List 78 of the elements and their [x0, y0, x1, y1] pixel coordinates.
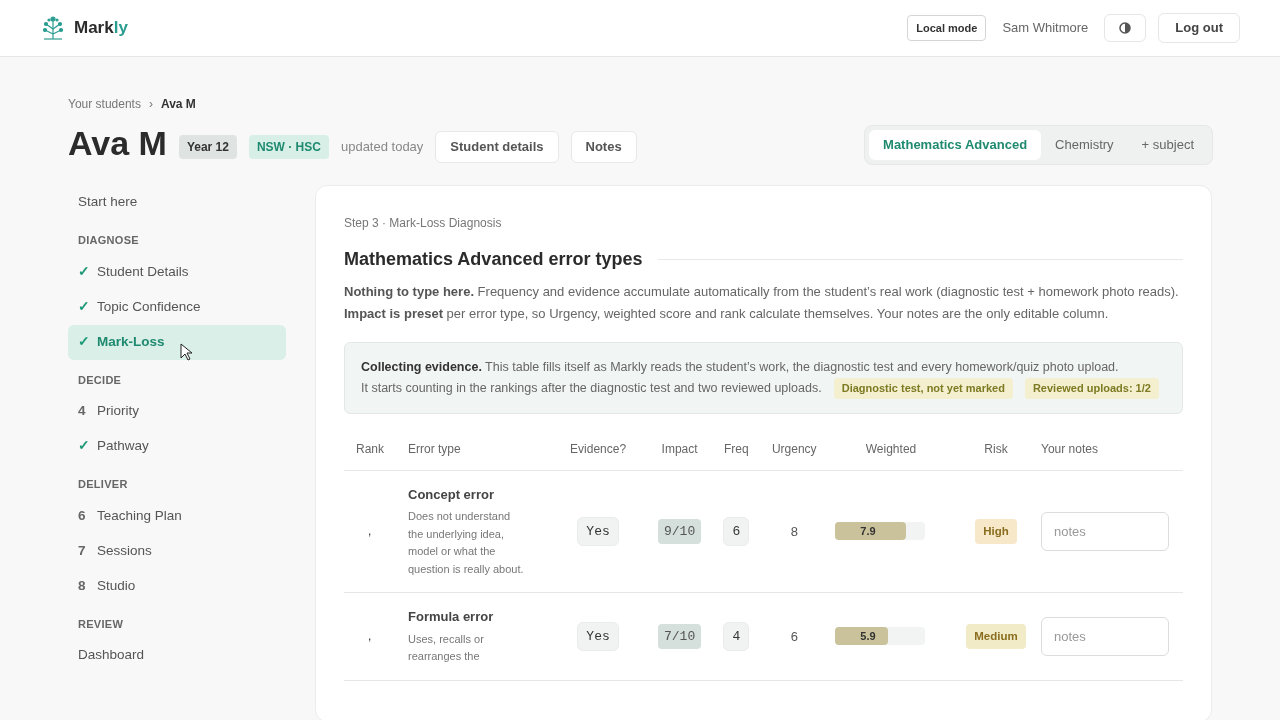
step-label: Step 3 · Mark-Loss Diagnosis [344, 215, 503, 232]
subject-tab[interactable]: Chemistry [1041, 130, 1128, 160]
notes-field[interactable]: notes [1041, 511, 1169, 551]
theme-toggle-button[interactable] [1104, 14, 1147, 42]
column-header: Your notes [1041, 441, 1098, 456]
contrast-icon [1119, 22, 1132, 34]
tree-logo-icon [40, 15, 66, 41]
frequency-pill: 6 [723, 516, 750, 546]
risk-badge: High [975, 518, 1017, 544]
notes-field[interactable]: notes [1041, 616, 1169, 656]
weighted-score: 7.9 [859, 524, 877, 539]
sidebar-item[interactable]: 6 Teaching Plan [68, 498, 286, 534]
sidebar-item[interactable]: ✓ Topic Confidence [68, 289, 286, 325]
error-description: Does not understand the underlying idea, model or what the question is really about. [408, 509, 525, 577]
risk-badge: Medium [966, 623, 1026, 649]
notice-text: It starts counting in the rankings after the diagnostic test and two reviewed uploads. [361, 380, 822, 397]
step-marker: ✓ [78, 297, 91, 316]
intro-text: Nothing to type here. Frequency and evidence accumulate automatically from the student’s real work (diagnostic test + homework photo reads). Impact is preset per error type, so Urgency, weighted score and rank calculate themselves. Your notes are the only editable column. [344, 283, 1180, 323]
column-header: Urgency [771, 441, 817, 456]
impact-pill: 9/10 [658, 518, 702, 544]
sidebar-heading: REVIEW [77, 616, 125, 632]
status-chip: Diagnostic test, not yet marked [833, 378, 1013, 399]
sidebar-heading: DELIVER [77, 477, 129, 492]
sidebar-item[interactable]: 4 Priority [68, 394, 286, 429]
mode-badge: Local mode [907, 14, 987, 42]
subject-tab[interactable]: Mathematics Advanced [869, 130, 1042, 160]
student-tag: Year 12 [178, 135, 237, 159]
column-header: Impact [661, 441, 698, 456]
column-header: Risk [984, 441, 1008, 456]
evidence-pill: Yes [577, 516, 619, 546]
column-header: Weighted [865, 441, 917, 456]
breadcrumb-separator: › [148, 96, 153, 113]
sidebar-item[interactable]: 7 Sessions [68, 533, 286, 569]
error-name: Formula error [408, 608, 495, 626]
weighted-score: 5.9 [859, 629, 877, 644]
step-marker: 7 [78, 541, 87, 560]
urgency-value: 8 [790, 523, 798, 539]
sidebar-item[interactable]: Dashboard [68, 638, 286, 673]
step-marker: ✓ [78, 332, 91, 351]
sidebar-item[interactable]: 8 Studio [68, 568, 286, 604]
error-description: Uses, recalls or rearranges the [408, 631, 485, 664]
rank-cell: , [368, 629, 372, 644]
evidence-pill: Yes [577, 621, 619, 651]
brand-name[interactable]: Markly [74, 15, 128, 41]
error-name: Concept error [408, 485, 495, 504]
notice-text: Collecting evidence. This table fills itself as Markly reads the student’s work, the diagnostic test and every homework/quiz photo upload. [361, 359, 1120, 376]
user-name: Sam Whitmore [1002, 19, 1089, 38]
status-chip: Reviewed uploads: 1/2 [1024, 378, 1159, 399]
column-header: Error type [408, 441, 461, 456]
column-header: Evidence? [570, 441, 627, 456]
student-action-button[interactable]: Notes [570, 131, 637, 163]
sidebar-item[interactable]: ✓ Pathway [68, 429, 286, 464]
impact-pill: 7/10 [658, 623, 702, 649]
step-marker: 4 [78, 402, 87, 421]
column-header: Rank [355, 441, 384, 456]
sidebar-item[interactable]: ✓ Mark-Loss [68, 324, 286, 360]
sidebar-item[interactable]: ✓ Student Details [68, 254, 286, 290]
step-marker: 8 [78, 576, 87, 595]
rank-cell: , [368, 524, 372, 539]
sidebar-item[interactable]: Start here [68, 185, 286, 220]
breadcrumb-link[interactable]: Your students [68, 95, 141, 113]
student-action-button[interactable]: Student details [435, 131, 559, 163]
step-marker: ✓ [78, 262, 91, 281]
frequency-pill: 4 [723, 621, 750, 651]
urgency-value: 6 [790, 628, 798, 644]
subject-tab[interactable]: + subject [1127, 130, 1208, 160]
step-marker: ✓ [78, 437, 91, 456]
student-tag: NSW · HSC [248, 135, 329, 159]
sidebar-heading: DIAGNOSE [77, 233, 140, 248]
breadcrumb-current: Ava M [160, 96, 196, 113]
updated-text: updated today [340, 138, 424, 157]
mouse-cursor-icon [180, 342, 192, 361]
panel-title: Mathematics Advanced error types [344, 248, 643, 271]
student-name: Ava M [68, 122, 167, 164]
sidebar-heading: DECIDE [77, 372, 123, 388]
step-marker: 6 [78, 506, 87, 525]
logout-button[interactable]: Log out [1158, 13, 1240, 43]
column-header: Freq [724, 441, 749, 456]
